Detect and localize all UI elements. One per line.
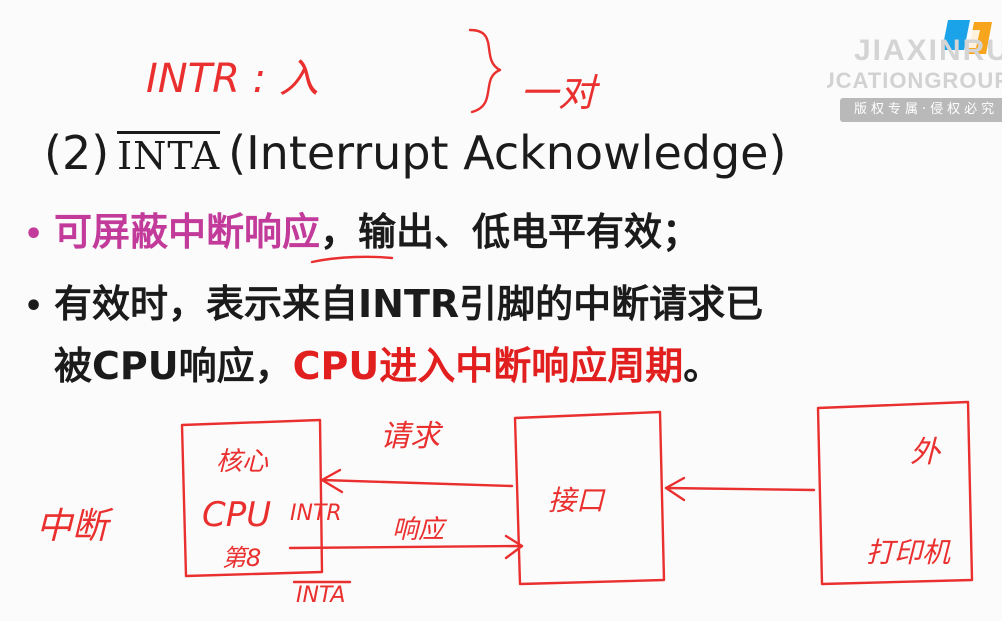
brace-mark [468, 28, 502, 114]
response-label: 响应 [392, 515, 448, 545]
request-arrow [320, 478, 514, 488]
request-label: 请求 [380, 419, 444, 454]
underline-mark [310, 255, 394, 264]
interface-box-label: 接口 [548, 484, 606, 517]
cpu-top-note: 核心 [216, 447, 269, 477]
slide: JIAXINRU EDUCATIONGROUP 版权专属·侵权必究 (2)INT… [0, 0, 1002, 621]
device-arrow [664, 486, 816, 492]
response-arrow [288, 544, 524, 550]
note-pair: 一对 [520, 71, 601, 115]
handwritten-annotations: INTR : 入 一对 核心 CPU 第8 INTR INTA 中断 接口 外 … [36, 28, 974, 608]
intr-pin-label: INTR [290, 501, 342, 526]
interrupt-label: 中断 [36, 506, 114, 547]
device-box-bottom-label: 打印机 [866, 536, 951, 569]
device-box-top-label: 外 [910, 435, 942, 470]
note-intr-input: INTR : 入 [146, 56, 319, 102]
inta-pin-label: INTA [296, 583, 345, 608]
cpu-bottom-note: 第8 [222, 544, 261, 572]
cpu-label: CPU [202, 495, 271, 535]
